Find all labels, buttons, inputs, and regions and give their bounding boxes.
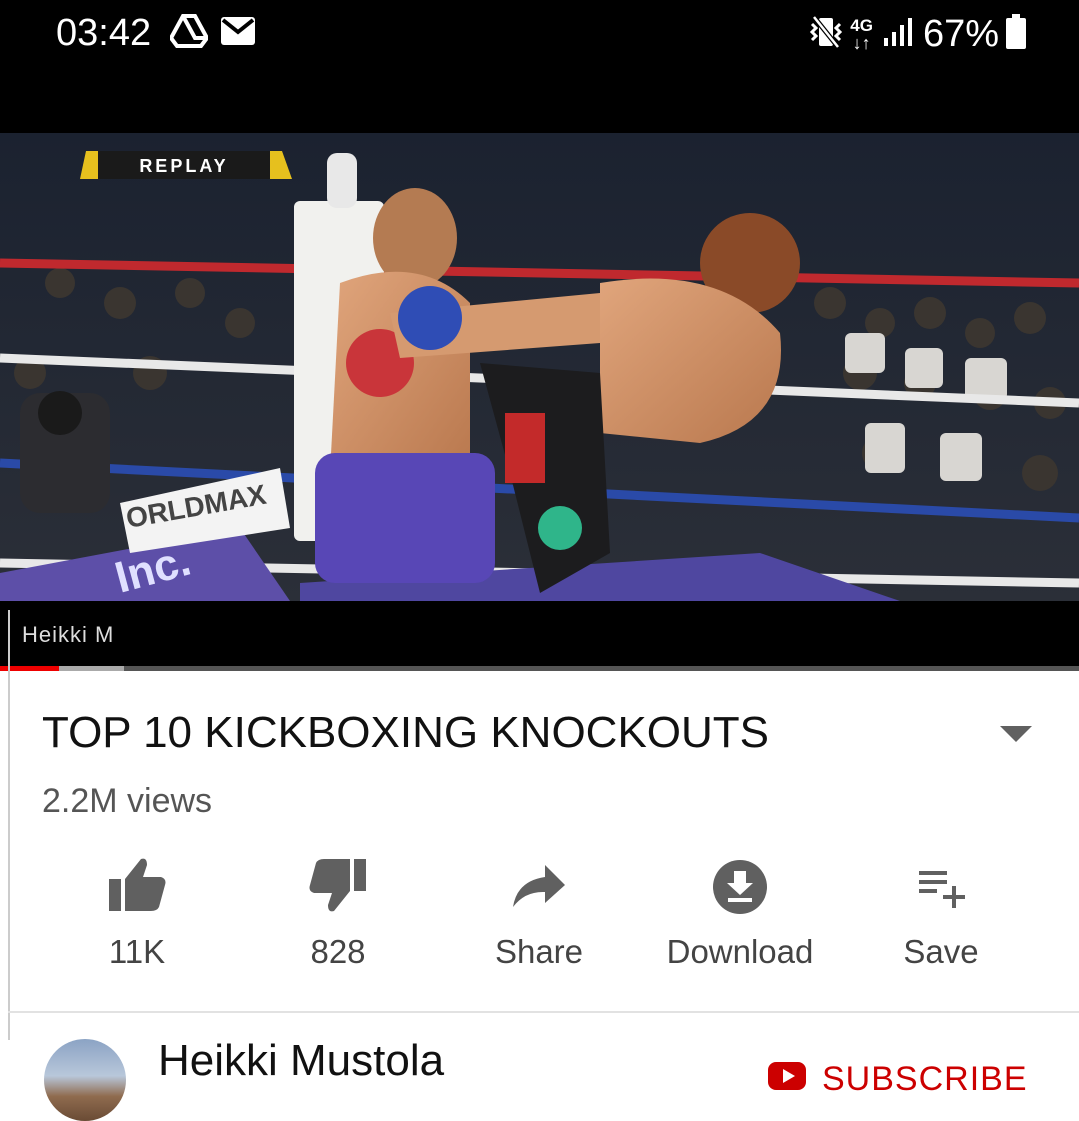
- vibrate-icon: [808, 14, 844, 54]
- channel-name[interactable]: Heikki Mustola: [158, 1036, 444, 1086]
- share-label: Share: [494, 933, 584, 970]
- battery-icon: [1005, 13, 1027, 55]
- video-player[interactable]: ORLDMAX Inc. REPLAY: [0, 133, 1079, 601]
- google-drive-icon: [168, 14, 210, 53]
- gmail-icon: [220, 16, 256, 51]
- signal-icon: [883, 17, 915, 52]
- action-bar: 11K 828 Share Download Save: [0, 855, 1079, 985]
- dislike-button[interactable]: 828: [238, 855, 438, 971]
- video-bottom-bar: [0, 601, 1079, 666]
- view-count: 2.2M views: [42, 782, 213, 820]
- channel-avatar[interactable]: [44, 1039, 126, 1121]
- video-progress-bar[interactable]: [0, 666, 1079, 671]
- download-button[interactable]: Download: [640, 855, 840, 971]
- status-indicators: 4G ↓↑ 67%: [808, 12, 1027, 56]
- youtube-logo-icon: [768, 1060, 806, 1099]
- share-icon: [439, 855, 639, 919]
- subscribe-button[interactable]: SUBSCRIBE: [768, 1060, 1028, 1099]
- playlist-add-icon: [841, 855, 1041, 919]
- save-button[interactable]: Save: [841, 855, 1041, 971]
- download-icon: [640, 855, 840, 919]
- video-watermark: Heikki M: [22, 622, 115, 647]
- expand-description-icon[interactable]: [998, 724, 1034, 749]
- thumbs-up-icon: [37, 855, 237, 919]
- section-divider: [8, 1011, 1079, 1013]
- status-bar: 03:42 4G ↓↑ 67%: [0, 0, 1079, 133]
- battery-percent: 67%: [922, 12, 999, 55]
- download-label: Download: [666, 933, 814, 970]
- share-button[interactable]: Share: [439, 855, 639, 971]
- status-time: 03:42: [56, 12, 152, 54]
- replay-label: REPLAY: [139, 156, 228, 176]
- video-title: TOP 10 KICKBOXING KNOCKOUTS: [42, 708, 770, 757]
- progress-buffered: [59, 666, 124, 671]
- thumbs-down-icon: [238, 855, 438, 919]
- video-frame-image: ORLDMAX Inc. REPLAY: [0, 133, 1079, 601]
- dislike-count: 828: [310, 933, 366, 970]
- like-count: 11K: [108, 933, 166, 970]
- subscribe-label: SUBSCRIBE: [822, 1060, 1028, 1098]
- save-label: Save: [903, 933, 979, 970]
- like-button[interactable]: 11K: [37, 855, 237, 971]
- 4g-icon: 4G ↓↑: [850, 16, 873, 53]
